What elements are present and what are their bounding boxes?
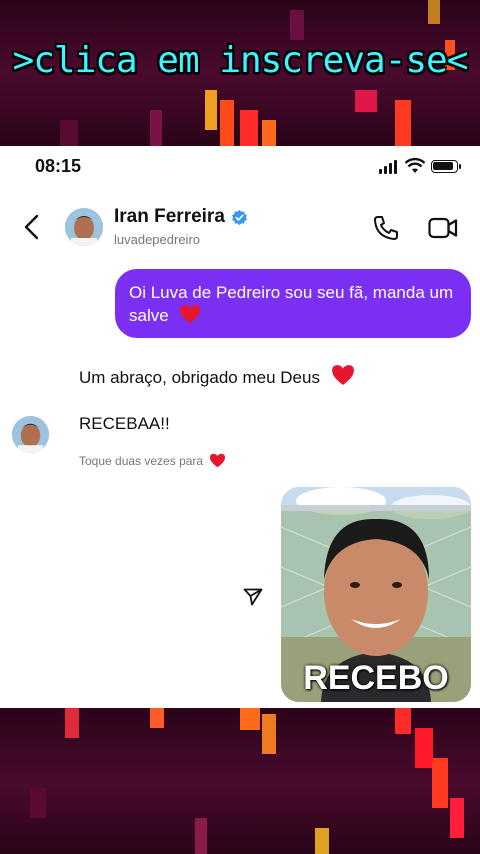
back-chevron-icon[interactable]: [20, 212, 44, 242]
incoming-message-1-text: Um abraço, obrigado meu Deus: [79, 368, 320, 387]
outgoing-message-text: Oi Luva de Pedreiro sou seu fã, manda um…: [129, 283, 454, 325]
video-call-icon[interactable]: [428, 214, 458, 242]
outgoing-message-bubble[interactable]: Oi Luva de Pedreiro sou seu fã, manda um…: [115, 269, 471, 338]
incoming-message-2-text: RECEBAA!!: [79, 414, 170, 433]
photo-caption: RECEBO: [303, 659, 449, 697]
sender-avatar[interactable]: [12, 416, 49, 453]
wifi-icon: [405, 158, 425, 173]
background-glitch-bottom: [0, 708, 480, 854]
phone-call-icon[interactable]: [372, 214, 400, 242]
subscribe-promo-text: >clica em inscreva-se<: [12, 40, 469, 81]
incoming-message-1[interactable]: Um abraço, obrigado meu Deus: [79, 364, 355, 388]
contact-name[interactable]: Iran Ferreira: [114, 206, 225, 228]
contact-handle: luvadepedreiro: [114, 232, 201, 247]
contact-avatar[interactable]: [65, 208, 103, 246]
heart-emoji-icon: [180, 305, 201, 323]
sticker-photo-message[interactable]: RECEBO: [281, 487, 471, 702]
verified-badge-icon: [231, 209, 247, 225]
status-time: 08:15: [35, 156, 82, 176]
chat-header: Iran Ferreira luvadepedreiro: [0, 202, 480, 252]
double-tap-hint-text: Toque duas vezes para: [79, 453, 204, 468]
battery-icon: [431, 160, 461, 173]
signal-icon: [379, 160, 399, 174]
chat-screen: 08:15 Iran Ferreira luvadepedreiro Oi Lu…: [0, 146, 480, 708]
heart-emoji-icon: [331, 365, 354, 385]
status-bar: 08:15: [0, 154, 480, 180]
incoming-message-2[interactable]: RECEBAA!!: [79, 414, 170, 434]
share-send-icon[interactable]: [243, 588, 263, 606]
double-tap-hint: Toque duas vezes para: [79, 453, 226, 468]
heart-emoji-icon: [210, 453, 226, 468]
